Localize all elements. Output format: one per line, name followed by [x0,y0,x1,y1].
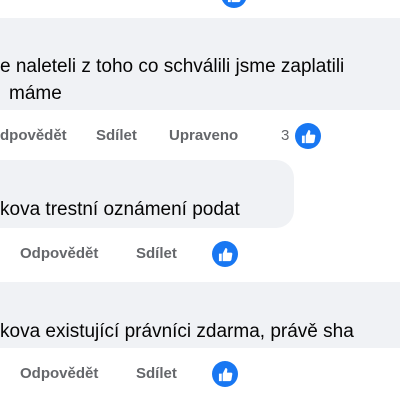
share-button[interactable]: Sdílet [96,123,137,149]
share-button[interactable]: Sdílet [136,241,177,267]
thumbs-up-icon [218,247,232,261]
like-reaction-icon [221,0,247,8]
like-reaction-icon[interactable] [212,241,238,267]
share-button[interactable]: Sdílet [136,361,177,387]
reply-button[interactable]: dpovědět [0,123,67,149]
comment-actions: Odpovědět Sdílet [0,361,400,387]
thumbs-up-icon [227,0,240,2]
comment-actions: dpovědět Sdílet Upraveno 3 [0,123,400,149]
comment-text-line: kova existující právníci zdarma, právě s… [0,321,354,342]
like-reaction-icon[interactable] [212,361,238,387]
edited-label: Upraveno [169,127,239,144]
comment-text-line: e naleteli z toho co schválili jsme zapl… [0,56,345,77]
comment-actions: Odpovědět Sdílet [0,241,400,267]
reply-button[interactable]: Odpovědět [20,241,98,267]
reaction-count[interactable]: 3 [281,123,289,149]
thumbs-up-icon [218,367,232,381]
comment-text-line: kova trestní oznámení podat [0,199,240,220]
like-reaction-icon[interactable] [295,123,321,149]
comment-text-line: máme [9,83,62,104]
thumbs-up-icon [301,129,315,143]
reply-button[interactable]: Odpovědět [20,361,98,387]
